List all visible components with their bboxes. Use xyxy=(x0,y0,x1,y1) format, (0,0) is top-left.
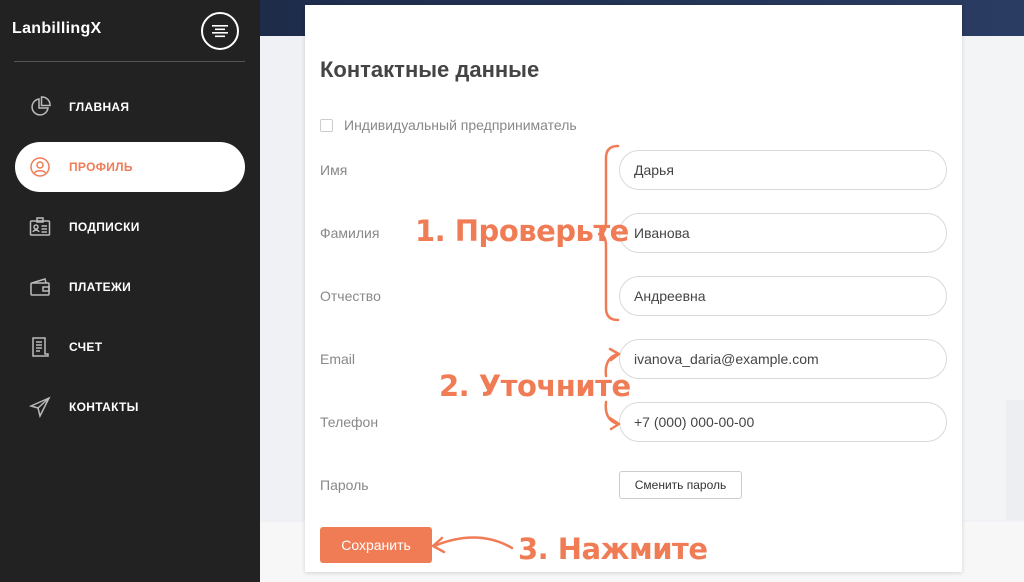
sidebar-item-label: ПРОФИЛЬ xyxy=(69,160,133,174)
sidebar-item-subscriptions[interactable]: ПОДПИСКИ xyxy=(0,197,260,257)
sidebar-item-invoice[interactable]: СЧЕТ xyxy=(0,317,260,377)
pie-chart-icon xyxy=(28,95,52,119)
sidebar-item-payments[interactable]: ПЛАТЕЖИ xyxy=(0,257,260,317)
save-button[interactable]: Сохранить xyxy=(320,527,432,563)
page-title: Контактные данные xyxy=(320,57,540,82)
user-circle-icon xyxy=(28,155,52,179)
last-name-field[interactable] xyxy=(619,213,947,253)
sidebar-item-profile[interactable]: ПРОФИЛЬ xyxy=(15,142,245,192)
menu-lines-icon xyxy=(212,25,228,38)
annotation-step-3: 3. Нажмите xyxy=(518,532,708,566)
last-name-label: Фамилия xyxy=(320,225,380,241)
annotation-step-1: 1. Проверьте xyxy=(415,214,629,248)
entrepreneur-label: Индивидуальный предприниматель xyxy=(344,117,577,133)
sidebar-item-contacts[interactable]: КОНТАКТЫ xyxy=(0,377,260,437)
sidebar-divider xyxy=(14,61,245,62)
first-name-field[interactable] xyxy=(619,150,947,190)
receipt-icon xyxy=(28,335,52,359)
background-panel-left xyxy=(260,36,305,522)
middle-name-field[interactable] xyxy=(619,276,947,316)
sidebar-nav: ГЛАВНАЯ ПРОФИЛЬ ПОДПИСКИ ПЛАТЕЖИ СЧЕТ КО… xyxy=(0,77,260,437)
id-card-icon xyxy=(28,215,52,239)
first-name-label: Имя xyxy=(320,162,348,178)
sidebar-item-label: ПОДПИСКИ xyxy=(69,220,140,234)
sidebar-item-label: СЧЕТ xyxy=(69,340,103,354)
wallet-icon xyxy=(28,275,52,299)
paper-plane-icon xyxy=(28,395,52,419)
middle-name-label: Отчество xyxy=(320,288,381,304)
sidebar: LanbillingX ГЛАВНАЯ ПРОФИЛЬ ПОДПИСКИ ПЛА… xyxy=(0,0,260,582)
annotation-step-2: 2. Уточните xyxy=(439,369,631,403)
brand-logo: LanbillingX xyxy=(12,20,102,37)
entrepreneur-checkbox[interactable] xyxy=(320,118,333,132)
background-panel-right-lower xyxy=(1006,400,1024,520)
sidebar-item-label: ПЛАТЕЖИ xyxy=(69,280,132,294)
email-field[interactable] xyxy=(619,339,947,379)
menu-toggle-button[interactable] xyxy=(201,12,239,50)
change-password-button[interactable]: Сменить пароль xyxy=(619,471,742,499)
sidebar-item-label: КОНТАКТЫ xyxy=(69,400,139,414)
sidebar-item-home[interactable]: ГЛАВНАЯ xyxy=(0,77,260,137)
password-label: Пароль xyxy=(320,477,369,493)
sidebar-item-label: ГЛАВНАЯ xyxy=(69,100,130,114)
contact-details-card: Контактные данные Индивидуальный предпри… xyxy=(305,5,962,572)
email-label: Email xyxy=(320,351,356,367)
phone-field[interactable] xyxy=(619,402,947,442)
entrepreneur-checkbox-row[interactable]: Индивидуальный предприниматель xyxy=(320,117,577,133)
phone-label: Телефон xyxy=(320,414,379,430)
